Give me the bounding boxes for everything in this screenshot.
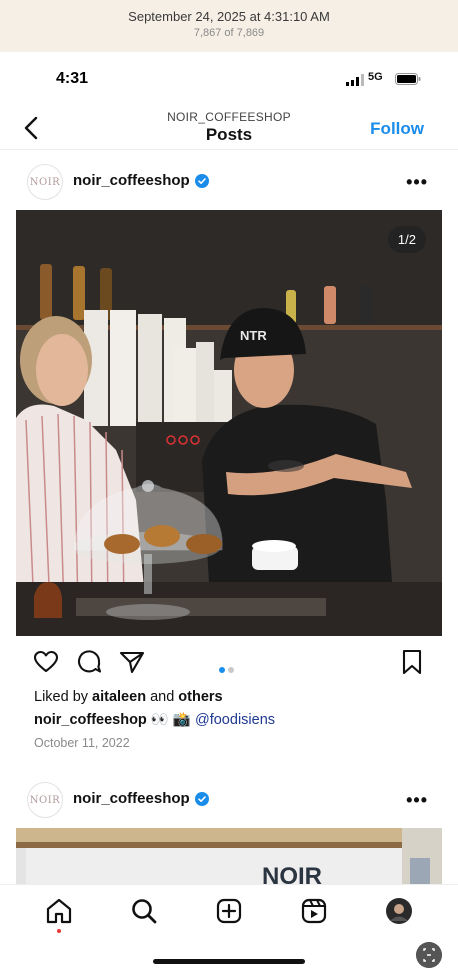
post-username-2[interactable]: noir_coffeeshop [73, 790, 190, 807]
create-icon[interactable] [215, 897, 243, 925]
share-icon[interactable] [118, 648, 146, 676]
photos-header: September 24, 2025 at 4:31:10 AM 7,867 o… [0, 0, 458, 52]
carousel-indicator [219, 660, 237, 678]
heart-icon[interactable] [32, 648, 60, 676]
home-notification-dot [57, 929, 61, 933]
status-bar: 4:31 5G [0, 70, 458, 94]
phone-screen: 4:31 5G NOIR_COFFEESHOP Posts Follow NOI… [0, 52, 458, 974]
likes-prefix: Liked by [34, 689, 93, 705]
likes-line: Liked by aitaleen and others [34, 689, 223, 705]
liked-by-user[interactable]: aitaleen [92, 689, 146, 705]
more-options-icon[interactable]: ••• [406, 172, 428, 193]
carousel-dot-active [219, 667, 225, 673]
account-avatar-2[interactable]: NOIR [27, 782, 63, 818]
post-actions [0, 648, 458, 676]
follow-button[interactable]: Follow [370, 119, 424, 139]
likes-and: and [146, 689, 179, 705]
liked-by-others[interactable]: others [178, 689, 222, 705]
visual-lookup-icon[interactable] [416, 942, 442, 968]
storefront-photo: NOIR [16, 828, 442, 888]
coffee-shop-photo: NTR [16, 210, 442, 636]
more-options-icon-2[interactable]: ••• [406, 790, 428, 811]
post-date: October 11, 2022 [34, 736, 130, 750]
battery-icon [395, 73, 421, 85]
home-indicator [153, 959, 305, 964]
account-avatar[interactable]: NOIR [27, 164, 63, 200]
top-nav: NOIR_COFFEESHOP Posts Follow [0, 106, 458, 150]
post-header: NOIR noir_coffeeshop ••• [0, 154, 458, 210]
image-counter: 1/2 [387, 226, 426, 253]
caption-username[interactable]: noir_coffeeshop [34, 712, 147, 728]
caption-mention[interactable]: @foodisiens [195, 712, 275, 728]
reels-icon[interactable] [300, 897, 328, 925]
photo-date: September 24, 2025 at 4:31:10 AM [128, 9, 330, 24]
caption-emoji: 👀 📸 [146, 712, 195, 728]
post-header-2: NOIR noir_coffeeshop ••• [0, 772, 458, 828]
bookmark-icon[interactable] [398, 648, 426, 676]
carousel-dot [228, 667, 234, 673]
network-label: 5G [368, 71, 383, 83]
profile-avatar[interactable] [385, 897, 413, 925]
comment-icon[interactable] [75, 648, 103, 676]
bottom-tab-bar [0, 884, 458, 974]
home-icon[interactable] [45, 897, 73, 925]
cap-logo-text: NTR [240, 328, 267, 343]
status-time: 4:31 [56, 70, 89, 87]
post-caption: noir_coffeeshop 👀 📸 @foodisiens [34, 711, 275, 728]
post-username[interactable]: noir_coffeeshop [73, 172, 190, 189]
signal-icon [346, 74, 364, 86]
post-image-2[interactable]: NOIR [16, 828, 442, 888]
verified-badge-icon [195, 792, 209, 806]
photo-count: 7,867 of 7,869 [193, 27, 265, 39]
verified-badge-icon [195, 174, 209, 188]
post-image[interactable]: NTR 1/2 [16, 210, 442, 636]
search-icon[interactable] [130, 897, 158, 925]
